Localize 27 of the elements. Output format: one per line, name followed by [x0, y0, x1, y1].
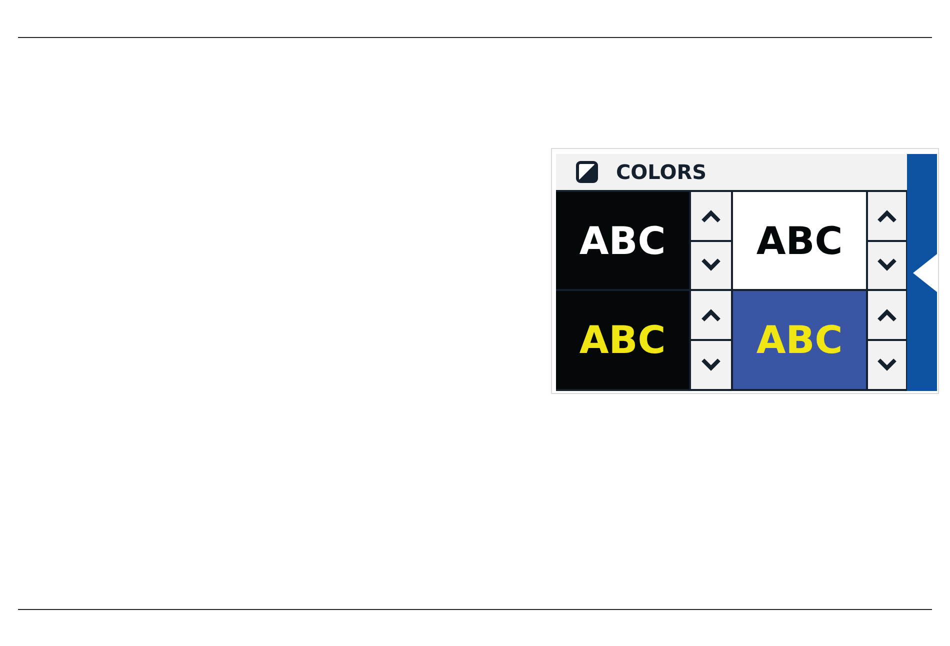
increase-button[interactable]: [691, 291, 731, 339]
panel-title: COLORS: [616, 160, 707, 184]
color-swatch[interactable]: ABC: [733, 291, 866, 389]
sample-text: ABC: [756, 218, 843, 262]
increase-button[interactable]: [691, 192, 731, 240]
sample-text: ABC: [579, 218, 666, 262]
chevron-up-icon: [700, 208, 722, 223]
sample-text: ABC: [579, 318, 666, 362]
side-tab[interactable]: [907, 154, 937, 391]
chevron-down-icon: [876, 258, 898, 272]
decrease-button[interactable]: [691, 341, 731, 389]
decrease-button[interactable]: [868, 242, 906, 289]
increase-button[interactable]: [868, 291, 906, 339]
contrast-icon: [576, 161, 598, 183]
chevron-up-icon: [876, 308, 898, 322]
sample-text: ABC: [756, 318, 843, 362]
chevron-down-icon: [700, 258, 722, 272]
chevron-up-icon: [700, 308, 722, 322]
chevron-down-icon: [876, 358, 898, 372]
decrease-button[interactable]: [868, 341, 906, 389]
color-swatch[interactable]: ABC: [733, 192, 866, 289]
chevron-down-icon: [700, 358, 722, 372]
increase-button[interactable]: [868, 192, 906, 240]
color-swatch[interactable]: ABC: [556, 291, 689, 389]
chevron-up-icon: [876, 208, 898, 223]
color-swatch[interactable]: ABC: [556, 192, 689, 289]
decrease-button[interactable]: [691, 242, 731, 289]
